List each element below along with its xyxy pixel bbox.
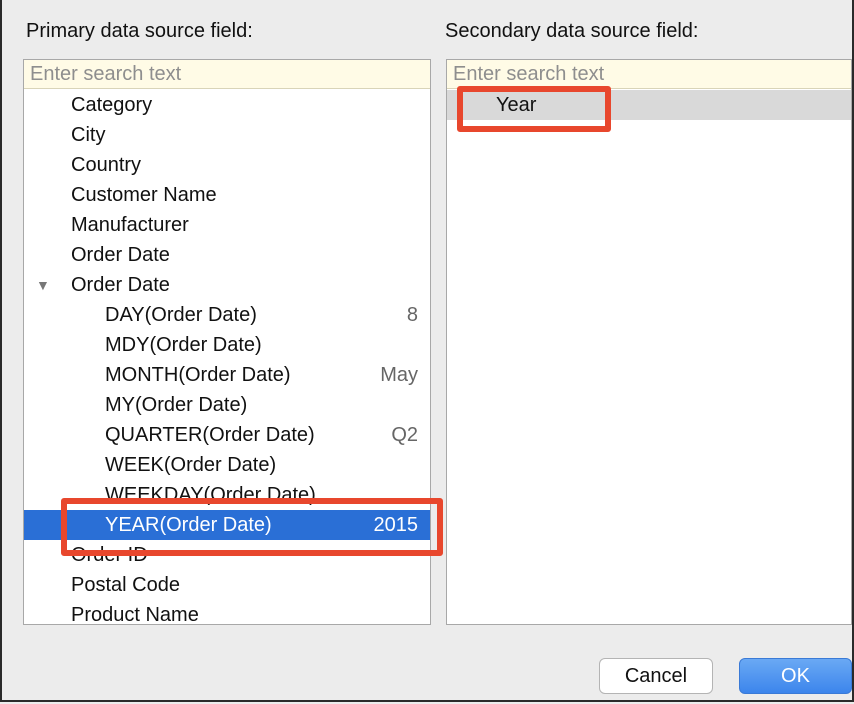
- primary-item[interactable]: Product Name: [24, 600, 430, 625]
- primary-item[interactable]: MDY(Order Date): [24, 330, 430, 360]
- primary-item-value: Q2: [391, 424, 418, 446]
- ok-button[interactable]: OK: [739, 658, 852, 694]
- primary-item[interactable]: Postal Code: [24, 570, 430, 600]
- primary-item-label: Manufacturer: [71, 214, 189, 236]
- primary-item-label: Product Name: [71, 604, 199, 625]
- primary-search-input[interactable]: Enter search text: [24, 60, 430, 89]
- primary-item[interactable]: Manufacturer: [24, 210, 430, 240]
- primary-item[interactable]: DAY(Order Date) 8: [24, 300, 430, 330]
- primary-field-list[interactable]: Enter search text Category City Country Cus…: [23, 59, 431, 625]
- primary-item[interactable]: City: [24, 120, 430, 150]
- primary-item[interactable]: QUARTER(Order Date) Q2: [24, 420, 430, 450]
- primary-item[interactable]: Order ID: [24, 540, 430, 570]
- primary-item-value: 2015: [373, 514, 419, 536]
- primary-item[interactable]: YEAR(Order Date) 2015: [24, 510, 430, 540]
- primary-item[interactable]: Customer Name: [24, 180, 430, 210]
- primary-item-label: Customer Name: [71, 184, 217, 206]
- disclosure-triangle-icon[interactable]: ▼: [36, 270, 50, 300]
- primary-item[interactable]: WEEK(Order Date): [24, 450, 430, 480]
- primary-item-label: MONTH(Order Date): [105, 364, 291, 386]
- primary-item-label: QUARTER(Order Date): [105, 424, 315, 446]
- primary-item-label: Order Date: [71, 244, 170, 266]
- secondary-item-year[interactable]: Year: [447, 90, 851, 120]
- primary-item-label: MDY(Order Date): [105, 334, 262, 356]
- secondary-item-label: Year: [496, 94, 537, 116]
- blend-relationship-dialog: Primary data source field: Secondary dat…: [0, 0, 854, 702]
- primary-item[interactable]: Country: [24, 150, 430, 180]
- secondary-field-label: Secondary data source field:: [445, 20, 699, 42]
- primary-item[interactable]: ▼ Order Date: [24, 270, 430, 300]
- cancel-button[interactable]: Cancel: [599, 658, 713, 694]
- primary-item-label: City: [71, 124, 106, 146]
- primary-item[interactable]: MONTH(Order Date) May: [24, 360, 430, 390]
- primary-item[interactable]: WEEKDAY(Order Date): [24, 480, 430, 510]
- primary-item-label: YEAR(Order Date): [105, 514, 272, 536]
- primary-item-label: Country: [71, 154, 142, 176]
- primary-field-label: Primary data source field:: [26, 20, 253, 42]
- primary-item-value: 8: [406, 304, 418, 326]
- primary-item-label: Order Date: [71, 274, 170, 296]
- primary-item-label: Category: [71, 94, 153, 116]
- primary-item-label: WEEKDAY(Order Date): [105, 484, 316, 506]
- primary-item-label: Postal Code: [71, 574, 180, 596]
- primary-item-value: May: [380, 364, 418, 386]
- primary-item[interactable]: MY(Order Date): [24, 390, 430, 420]
- primary-item-label: MY(Order Date): [105, 394, 248, 416]
- primary-item-label: Order ID: [71, 544, 148, 566]
- primary-item[interactable]: Order Date: [24, 240, 430, 270]
- secondary-field-list[interactable]: Enter search text Year: [446, 59, 852, 625]
- primary-item-label: DAY(Order Date): [105, 304, 257, 326]
- primary-item-label: WEEK(Order Date): [105, 454, 277, 476]
- primary-item[interactable]: Category: [24, 90, 430, 120]
- secondary-search-input[interactable]: Enter search text: [447, 60, 851, 89]
